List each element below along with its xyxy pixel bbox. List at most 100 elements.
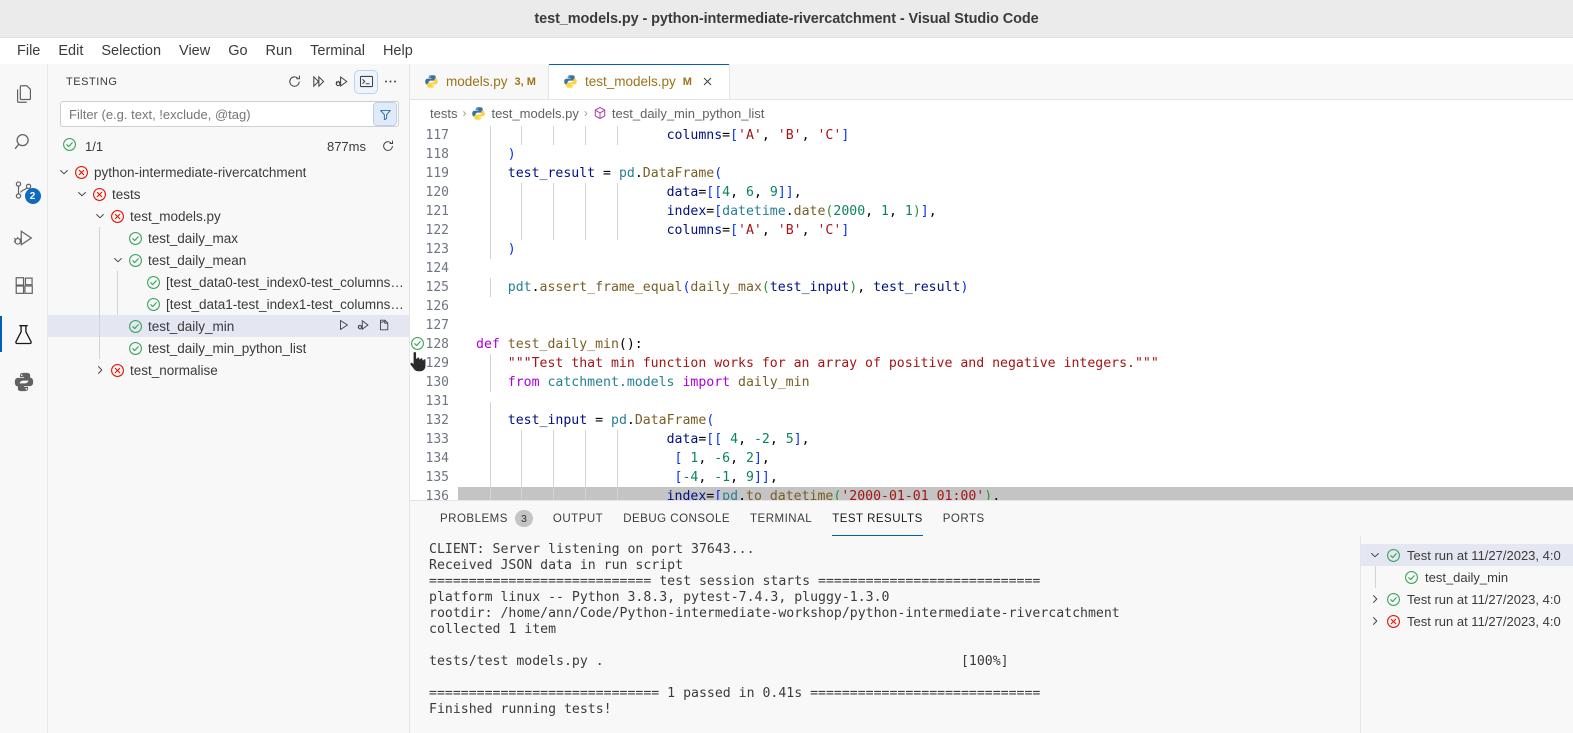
python-file-icon <box>424 74 439 89</box>
python-file-icon <box>471 106 486 121</box>
summary-refresh-icon[interactable] <box>381 139 395 153</box>
refresh-icon[interactable] <box>283 71 305 93</box>
menu-item-help[interactable]: Help <box>374 41 422 61</box>
menu-item-terminal[interactable]: Terminal <box>301 41 374 61</box>
test-tree-item[interactable]: python-intermediate-rivercatchment <box>48 161 409 183</box>
activitybar-item-run-and-debug[interactable] <box>0 214 48 262</box>
code-token: columns <box>666 128 723 143</box>
code-token: [[ <box>706 185 723 200</box>
symbol-method-icon <box>593 106 607 120</box>
activitybar-item-extensions[interactable] <box>0 262 48 310</box>
line-number: 117 <box>425 128 449 143</box>
panel-tab-terminal[interactable]: TERMINAL <box>740 501 822 536</box>
activitybar-badge: 2 <box>24 188 41 204</box>
test-tree-item[interactable]: test_daily_mean <box>48 249 409 271</box>
code-line-text: index=[pd.to datetime('2000-01-01 01:00'… <box>458 487 1000 500</box>
breadcrumb-item[interactable]: test_daily_min_python_list <box>593 106 764 121</box>
code-token: ]] <box>753 470 770 485</box>
panel-tabs: PROBLEMS 3 OUTPUT DEBUG CONSOLE TERMINAL TEST… <box>410 501 1573 536</box>
chevron-down-icon[interactable] <box>1366 549 1384 561</box>
chevron-down-icon[interactable] <box>56 166 72 178</box>
panel-tab-ports[interactable]: PORTS <box>933 501 995 536</box>
code-token: 4 <box>722 432 739 447</box>
close-icon[interactable] <box>699 73 717 91</box>
breadcrumb-item[interactable]: tests <box>430 106 457 121</box>
activitybar-item-explorer[interactable] <box>0 70 48 118</box>
activitybar-item-python[interactable] <box>0 358 48 406</box>
menu-item-file[interactable]: File <box>8 41 49 61</box>
panel-tab-debug-console[interactable]: DEBUG CONSOLE <box>613 501 740 536</box>
test-tree-item[interactable]: test_normalise <box>48 359 409 381</box>
test-tree-item[interactable]: test_daily_min <box>48 315 409 337</box>
indent-guide <box>584 183 586 202</box>
code-token: ) <box>507 242 516 257</box>
line-number: 129 <box>425 356 449 371</box>
test-tree-item[interactable]: test_models.py <box>48 205 409 227</box>
editor-tab-models-py[interactable]: models.py 3, M <box>410 64 549 99</box>
run-test-button[interactable] <box>337 318 351 335</box>
menu-item-run[interactable]: Run <box>257 41 302 61</box>
menu-item-edit[interactable]: Edit <box>49 41 92 61</box>
activitybar-item-search[interactable] <box>0 118 48 166</box>
extensions-icon <box>13 275 35 297</box>
code-token: , <box>769 432 786 447</box>
chevron-down-icon[interactable] <box>74 188 90 200</box>
test-tree-item[interactable]: test_daily_min_python_list <box>48 337 409 359</box>
chevron-right-icon[interactable] <box>92 364 108 376</box>
code-editor[interactable]: 117 columns=['A', 'B', 'C'] 118 ) 119 test… <box>410 126 1573 500</box>
terminal-icon[interactable] <box>354 69 378 94</box>
test-run-item[interactable]: Test run at 11/27/2023, 4:0 <box>1361 588 1573 610</box>
test-run-item[interactable]: Test run at 11/27/2023, 4:0 <box>1361 544 1573 566</box>
fail-icon <box>108 209 126 224</box>
chevron-down-icon[interactable] <box>110 254 126 266</box>
panel-tab-problems[interactable]: PROBLEMS 3 <box>430 501 543 536</box>
filter-input[interactable] <box>69 103 374 125</box>
pass-icon <box>126 319 144 334</box>
panel-tab-test-results[interactable]: TEST RESULTS <box>822 501 933 536</box>
indent-guide <box>553 221 555 240</box>
panel-tab-output[interactable]: OUTPUT <box>543 501 613 536</box>
breadcrumb-item[interactable]: test_models.py <box>471 106 579 121</box>
chevron-down-icon[interactable] <box>92 210 108 222</box>
menu-item-view[interactable]: View <box>170 41 219 61</box>
test-tree-item[interactable]: tests <box>48 183 409 205</box>
test-tree-item[interactable]: [test_data1-test_index1-test_columns1-ex… <box>48 293 409 315</box>
filter-box[interactable] <box>60 101 399 127</box>
run-all-icon[interactable] <box>307 71 329 93</box>
line-number: 136 <box>425 489 449 500</box>
code-token: , <box>992 489 1001 500</box>
code-token: = <box>722 223 731 238</box>
code-line: 125 pdt.assert_frame_equal(daily_max(tes… <box>410 278 1573 297</box>
test-run-item[interactable]: Test run at 11/27/2023, 4:0 <box>1361 610 1573 632</box>
go-to-test-button[interactable] <box>377 318 391 335</box>
activitybar-item-source-control[interactable]: 2 <box>0 166 48 214</box>
test-tree-item[interactable]: [test_data0-test_index0-test_columns0-ex… <box>48 271 409 293</box>
beaker-icon <box>12 323 35 346</box>
menu-item-selection[interactable]: Selection <box>92 41 170 61</box>
chevron-right-icon[interactable] <box>1366 593 1384 605</box>
code-token: index <box>666 204 707 219</box>
debug-all-icon[interactable] <box>331 71 353 93</box>
test-tree-item[interactable]: test_daily_max <box>48 227 409 249</box>
menu-item-go[interactable]: Go <box>219 41 256 61</box>
indent-guide <box>584 221 586 240</box>
menu-bar: File Edit Selection View Go Run Terminal Help <box>0 38 1573 64</box>
test-run-label: Test run at 11/27/2023, 4:0 <box>1407 613 1561 629</box>
code-token: ( <box>761 280 770 295</box>
code-line: 132 test_input = pd.DataFrame( <box>410 411 1573 430</box>
chevron-right-icon[interactable] <box>1366 615 1384 627</box>
ellipsis-icon[interactable] <box>379 71 401 93</box>
editor-tab-test_models-py[interactable]: test_models.py M <box>548 64 730 99</box>
line-number: 133 <box>425 432 449 447</box>
code-line: 118 ) <box>410 145 1573 164</box>
debug-test-button[interactable] <box>357 318 371 335</box>
code-token: . <box>626 413 635 428</box>
filter-button[interactable] <box>373 102 397 126</box>
test-run-item[interactable]: test_daily_min <box>1361 566 1573 588</box>
activitybar-item-testing[interactable] <box>0 310 48 358</box>
code-token: ]] <box>777 185 794 200</box>
code-token: [ <box>714 204 723 219</box>
